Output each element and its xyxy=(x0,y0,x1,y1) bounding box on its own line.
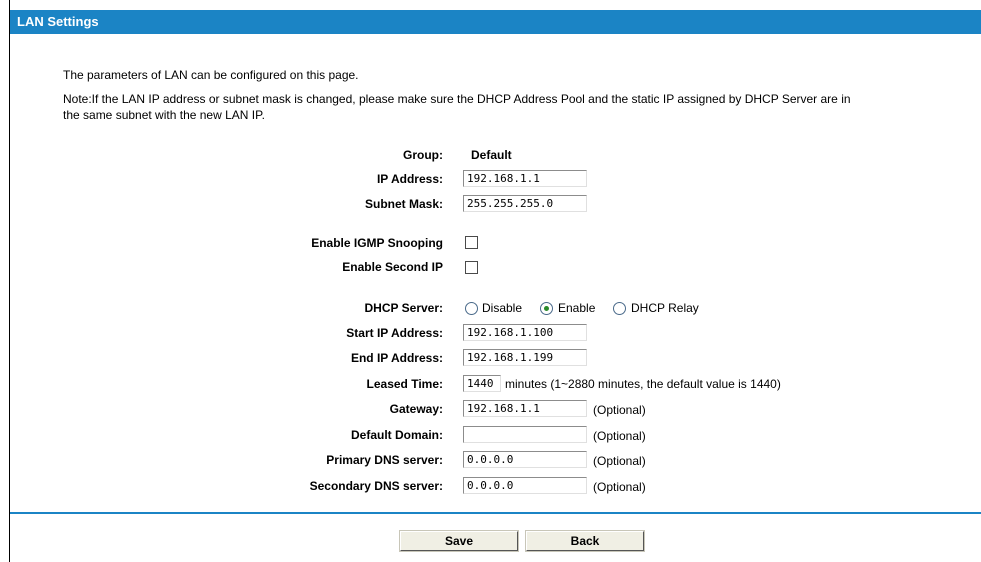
second-ip-checkbox[interactable] xyxy=(465,261,478,274)
default-domain-input[interactable] xyxy=(463,426,587,443)
dhcp-relay-radio[interactable] xyxy=(613,302,626,315)
second-ip-label: Enable Second IP xyxy=(342,260,443,274)
primary-dns-input[interactable]: 0.0.0.0 xyxy=(463,451,587,468)
subnet-mask-input[interactable]: 255.255.255.0 xyxy=(463,195,587,212)
leased-time-hint: minutes (1~2880 minutes, the default val… xyxy=(505,377,781,391)
page-header: LAN Settings xyxy=(10,10,981,34)
default-domain-label: Default Domain: xyxy=(350,428,443,442)
end-ip-label: End IP Address: xyxy=(350,351,443,365)
dhcp-enable-label: Enable xyxy=(558,301,596,315)
igmp-snooping-checkbox[interactable] xyxy=(465,236,478,249)
note-text-line1: Note:If the LAN IP address or subnet mas… xyxy=(63,92,851,106)
domain-optional: (Optional) xyxy=(593,429,646,443)
dhcp-enable-radio[interactable] xyxy=(540,302,553,315)
page-title: LAN Settings xyxy=(17,14,99,29)
dhcp-disable-label: Disable xyxy=(482,301,523,315)
group-label: Group: xyxy=(403,148,443,162)
end-ip-input[interactable]: 192.168.1.199 xyxy=(463,349,587,366)
save-button[interactable]: Save xyxy=(400,531,518,551)
ip-address-input[interactable]: 192.168.1.1 xyxy=(463,170,587,187)
radio-selected-dot xyxy=(544,306,549,311)
primary-dns-optional: (Optional) xyxy=(593,454,646,468)
footer-divider xyxy=(10,512,981,514)
gateway-label: Gateway: xyxy=(389,402,443,416)
frame-left-border xyxy=(9,0,10,562)
dhcp-disable-radio[interactable] xyxy=(465,302,478,315)
start-ip-label: Start IP Address: xyxy=(346,326,443,340)
dhcp-server-label: DHCP Server: xyxy=(364,301,443,315)
back-button[interactable]: Back xyxy=(526,531,644,551)
leased-time-input[interactable]: 1440 xyxy=(463,375,501,392)
gateway-optional: (Optional) xyxy=(593,403,646,417)
igmp-snooping-label: Enable IGMP Snooping xyxy=(311,236,443,250)
leased-time-label: Leased Time: xyxy=(366,377,443,391)
group-value: Default xyxy=(471,148,512,162)
secondary-dns-label: Secondary DNS server: xyxy=(309,479,443,493)
gateway-input[interactable]: 192.168.1.1 xyxy=(463,400,587,417)
intro-text: The parameters of LAN can be configured … xyxy=(63,68,359,82)
secondary-dns-optional: (Optional) xyxy=(593,480,646,494)
dhcp-relay-label: DHCP Relay xyxy=(631,301,699,315)
start-ip-input[interactable]: 192.168.1.100 xyxy=(463,324,587,341)
secondary-dns-input[interactable]: 0.0.0.0 xyxy=(463,477,587,494)
primary-dns-label: Primary DNS server: xyxy=(326,453,443,467)
note-text-line2: the same subnet with the new LAN IP. xyxy=(63,108,265,122)
subnet-mask-label: Subnet Mask: xyxy=(364,197,443,211)
ip-address-label: IP Address: xyxy=(376,172,443,186)
